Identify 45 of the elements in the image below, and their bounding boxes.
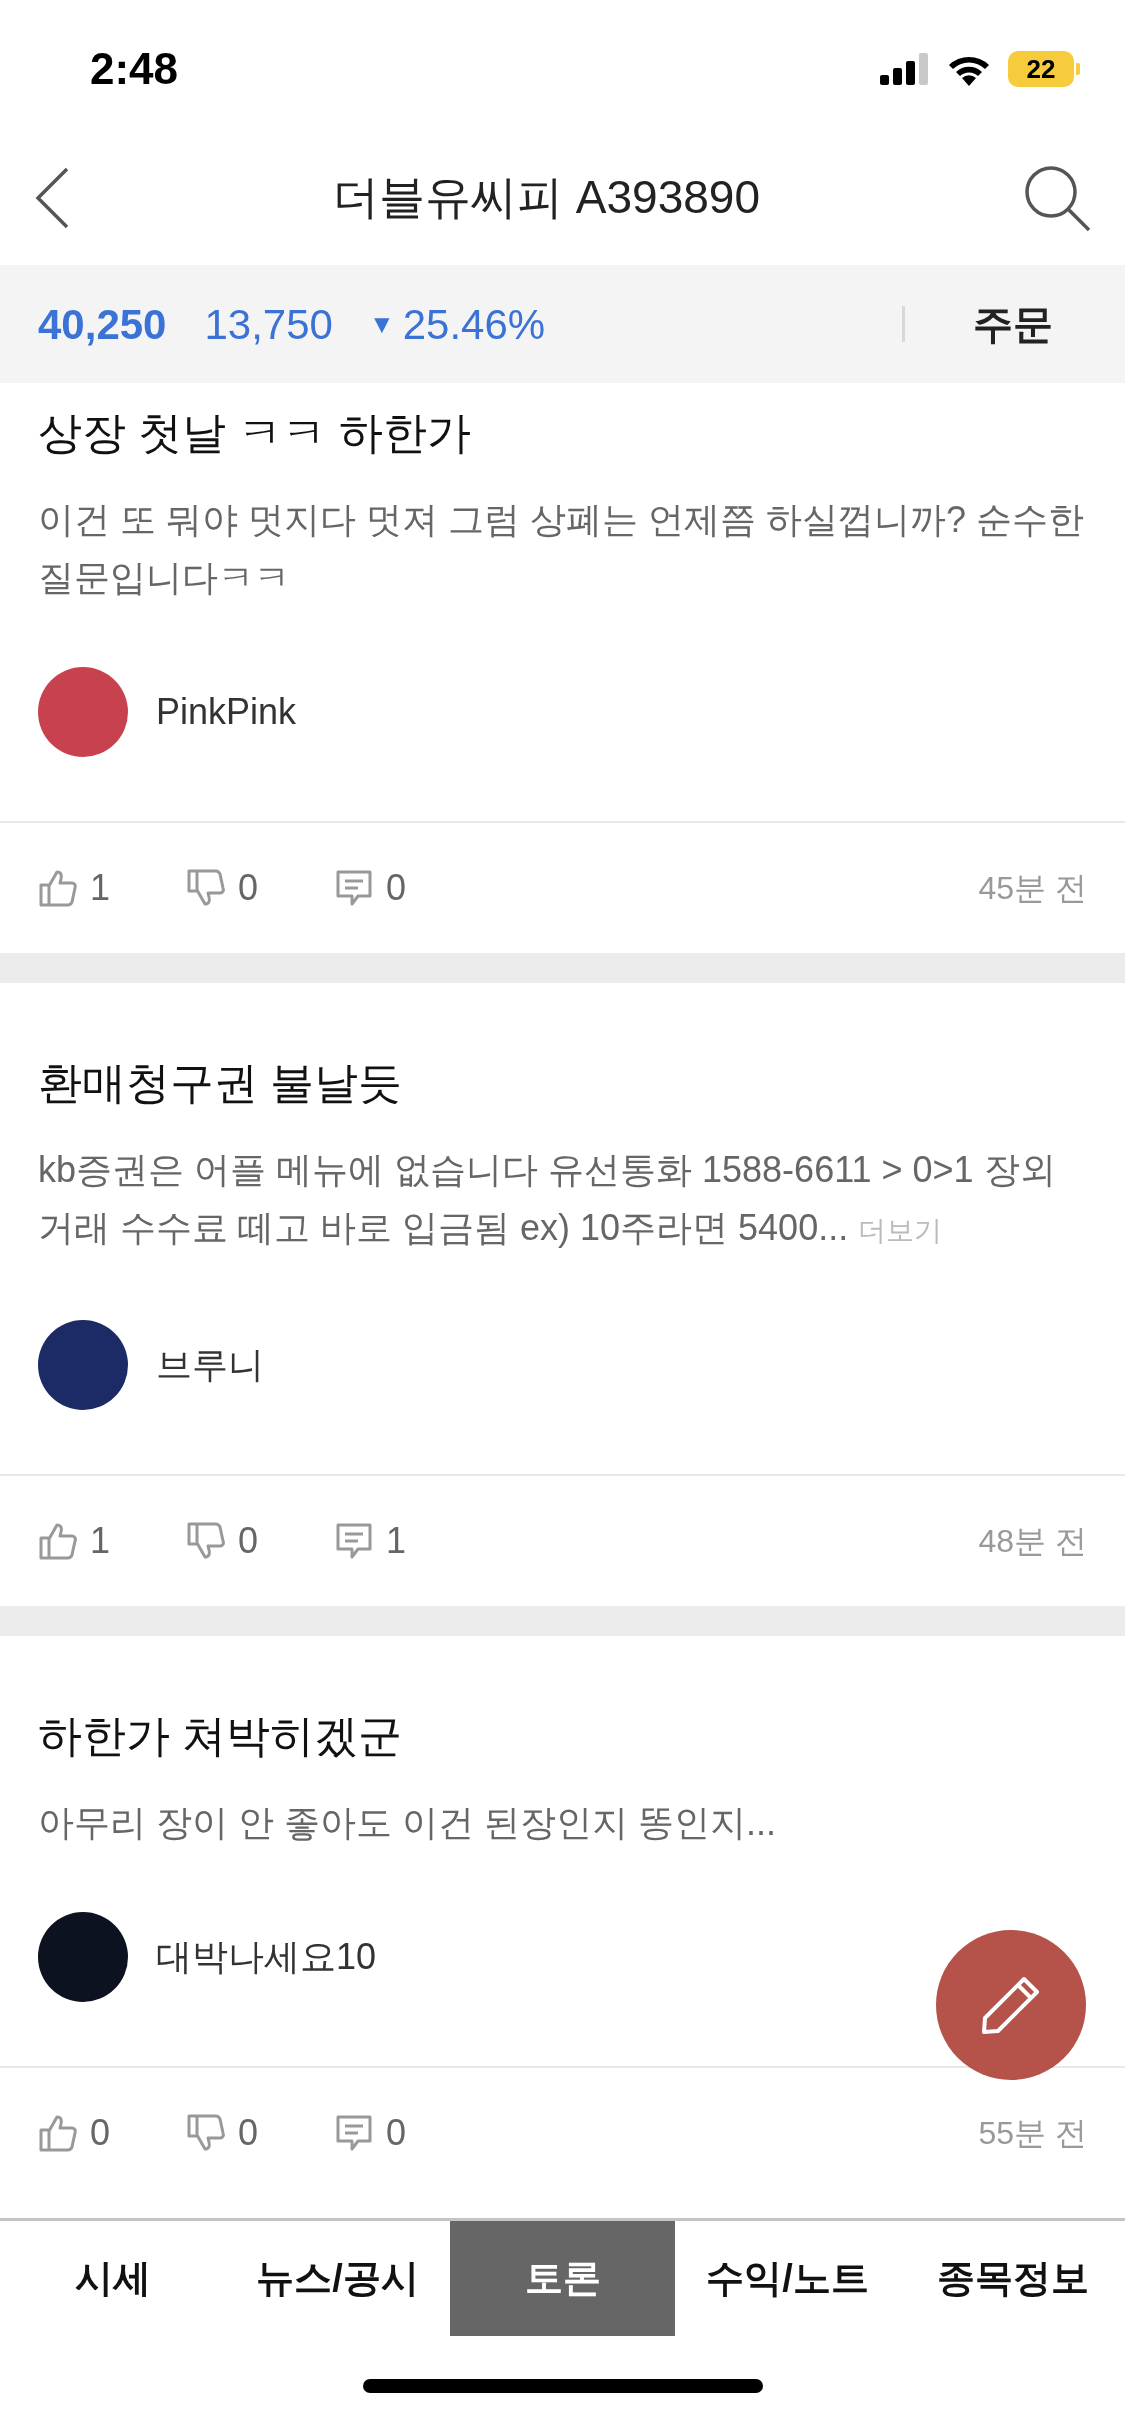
- search-icon[interactable]: [1023, 163, 1091, 232]
- dislike-button[interactable]: 0: [186, 1514, 334, 1568]
- order-button[interactable]: 주문: [973, 294, 1053, 354]
- thumbs-up-icon: [38, 868, 78, 908]
- post-time: 45분 전: [978, 869, 1087, 908]
- author-name: 브루니: [156, 1343, 264, 1387]
- tab[interactable]: 시세: [0, 2221, 225, 2336]
- page-title: 더블유씨피 A393890: [333, 170, 760, 225]
- tab[interactable]: 뉴스/공시: [225, 2221, 450, 2336]
- post-title[interactable]: 상장 첫날 ㅋㅋ 하한가: [38, 405, 1087, 461]
- tab[interactable]: 종목정보: [900, 2221, 1125, 2336]
- change-rate: 25.46%: [402, 299, 546, 350]
- thumbs-down-icon: [186, 1521, 226, 1561]
- thumbs-down-icon: [186, 868, 226, 908]
- comment-button[interactable]: 0: [334, 861, 482, 915]
- comment-icon: [334, 2113, 374, 2153]
- signal-icon: [880, 53, 930, 85]
- status-time: 2:48: [90, 43, 179, 95]
- like-button[interactable]: 1: [38, 861, 186, 915]
- dislike-button[interactable]: 0: [186, 861, 334, 915]
- thumbs-up-icon: [38, 1521, 78, 1561]
- comment-icon: [334, 1521, 374, 1561]
- author-name: 대박나세요10: [156, 1935, 377, 1979]
- comment-button[interactable]: 0: [334, 2106, 482, 2160]
- comment-icon: [334, 868, 374, 908]
- comment-button[interactable]: 1: [334, 1514, 482, 1568]
- post-body: 이건 또 뭐야 멋지다 멋져 그럼 상폐는 언제쯤 하실껍니까? 순수한 질문입니다ㅋㅋ: [38, 498, 1086, 600]
- post-title[interactable]: 하한가 쳐박히겠군: [38, 1708, 1087, 1764]
- author-name: PinkPink: [156, 690, 297, 734]
- down-triangle-icon: ▼: [368, 304, 395, 344]
- like-button[interactable]: 0: [38, 2106, 186, 2160]
- like-button[interactable]: 1: [38, 1514, 186, 1568]
- price-change: 13,750: [204, 299, 333, 350]
- back-icon[interactable]: [34, 165, 70, 230]
- post-body: kb증권은 어플 메뉴에 없습니다 유선통화 1588-6611 > 0>1 장외거래 수수료 떼고 바로 입금됨 ex) 10주라면 5400... 더보기: [38, 1148, 1057, 1250]
- current-price: 40,250: [38, 299, 167, 350]
- post-time: 55분 전: [978, 2114, 1087, 2153]
- tab[interactable]: 수익/노트: [675, 2221, 900, 2336]
- post-title[interactable]: 환매청구권 불날듯: [38, 1055, 1087, 1111]
- post-body: 아무리 장이 안 좋아도 이건 된장인지 똥인지...: [38, 1801, 778, 1845]
- thumbs-up-icon: [38, 2113, 78, 2153]
- dislike-button[interactable]: 0: [186, 2106, 334, 2160]
- tab[interactable]: 토론: [450, 2221, 675, 2336]
- thumbs-down-icon: [186, 2113, 226, 2153]
- post-time: 48분 전: [978, 1522, 1087, 1561]
